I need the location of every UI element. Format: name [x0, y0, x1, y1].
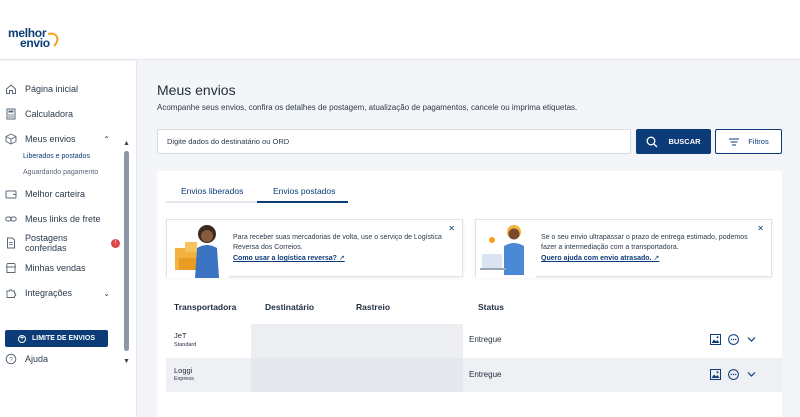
limite-de-envios-button[interactable]: + LIMITE DE ENVIOS [5, 330, 108, 347]
filter-icon [729, 138, 740, 145]
chevron-down-icon: ⌄ [103, 288, 110, 298]
image-icon[interactable] [710, 369, 721, 380]
search-placeholder: Digite dados do destinatário ou ORD [167, 137, 290, 146]
alert-badge: ! [111, 238, 120, 248]
sidebar-item-label: Página inicial [25, 84, 79, 94]
chevron-up-icon: ⌃ [103, 134, 110, 144]
sidebar-item-label: Melhor carteira [25, 189, 86, 199]
wallet-icon [5, 188, 17, 200]
column-header-status: Status [478, 302, 504, 312]
recipient-tracking-placeholder [251, 324, 463, 358]
sidebar-subitem-liberados-e-postados[interactable]: Liberados e postados [23, 153, 90, 160]
sidebar-item-label: Minhas vendas [25, 263, 86, 273]
column-header-destinatario: Destinatário [265, 302, 315, 312]
status-text: Entregue [469, 335, 502, 344]
recipient-tracking-placeholder [251, 358, 463, 392]
main-content: Meus envios Acompanhe seus envios, confi… [137, 61, 800, 417]
image-icon[interactable] [710, 334, 721, 345]
table-row[interactable]: Loggi Express Entregue [166, 358, 782, 392]
envio-atrasado-link-label: Quero ajuda com envio atrasado. [541, 255, 652, 262]
limite-de-envios-label: LIMITE DE ENVIOS [31, 335, 95, 342]
carrier-service: Standard [174, 342, 197, 348]
tab-envios-postados[interactable]: Envios postados [273, 186, 335, 196]
envio-atrasado-link[interactable]: Quero ajuda com envio atrasado. ↗ [541, 254, 659, 262]
carrier-name: JeT [174, 331, 187, 340]
sidebar: Página inicial Calculadora Meus envios ⌃… [0, 61, 137, 417]
help-icon: ? [5, 353, 17, 365]
sidebar-item-meus-envios[interactable]: Meus envios ⌃ [0, 128, 120, 150]
sidebar-item-label: Calculadora [25, 109, 74, 119]
box-icon [5, 133, 17, 145]
filtros-label: Filtros [748, 137, 769, 146]
tab-envios-liberados[interactable]: Envios liberados [181, 186, 243, 196]
carrier-service: Express [174, 376, 194, 382]
sidebar-item-integracoes[interactable]: Integrações ⌄ [0, 282, 120, 304]
envio-atrasado-text: Se o seu envio ultrapassar o prazo de en… [541, 234, 748, 251]
store-icon [5, 262, 17, 274]
carrier-name: Loggi [174, 366, 193, 375]
more-options-icon[interactable] [728, 334, 739, 345]
support-agent-illustration [476, 220, 536, 278]
calculator-icon [5, 108, 17, 120]
chevron-down-icon[interactable] [747, 371, 756, 378]
tab-active-indicator [257, 201, 348, 203]
sidebar-item-label: Meus links de frete [25, 214, 101, 224]
chevron-down-icon[interactable] [747, 336, 756, 343]
buscar-button[interactable]: BUSCAR [636, 129, 711, 154]
top-bar: melhor envio [0, 0, 800, 60]
scroll-down-arrow-icon[interactable]: ▼ [123, 358, 130, 365]
logistica-reversa-link[interactable]: Como usar a logística reversa? ↗ [233, 254, 345, 262]
buscar-label: BUSCAR [668, 137, 701, 146]
puzzle-icon [5, 287, 17, 299]
logistica-reversa-link-label: Como usar a logística reversa? [233, 255, 337, 262]
filtros-button[interactable]: Filtros [715, 129, 782, 154]
page-title: Meus envios [157, 82, 236, 98]
logo-swoosh-icon [47, 32, 59, 47]
sidebar-item-label: Ajuda [25, 354, 49, 364]
scroll-up-arrow-icon[interactable]: ▲ [123, 140, 130, 147]
sidebar-item-pagina-inicial[interactable]: Página inicial [0, 78, 120, 100]
document-icon [5, 237, 17, 249]
sidebar-scrollbar-thumb[interactable] [124, 151, 129, 351]
link-icon [5, 213, 17, 225]
more-options-icon[interactable] [728, 369, 739, 380]
external-link-icon: ↗ [338, 255, 345, 262]
sidebar-item-calculadora[interactable]: Calculadora [0, 103, 120, 125]
external-link-icon: ↗ [653, 255, 660, 262]
page-subtitle: Acompanhe seus envios, confira os detalh… [157, 103, 578, 112]
sidebar-item-label: Meus envios [25, 134, 76, 144]
close-icon[interactable]: ✕ [757, 224, 764, 233]
logistica-reversa-banner: Para receber suas mercadorias de volta, … [166, 219, 463, 278]
close-icon[interactable]: ✕ [448, 224, 455, 233]
search-input[interactable]: Digite dados do destinatário ou ORD [157, 129, 631, 154]
melhor-envio-logo[interactable]: melhor envio [8, 27, 59, 49]
sidebar-item-label: Integrações [25, 288, 73, 298]
sidebar-subitem-aguardando-pagamento[interactable]: Aguardando pagamento [23, 169, 98, 176]
woman-with-boxes-illustration [167, 220, 229, 278]
status-text: Entregue [469, 370, 502, 379]
sidebar-item-ajuda[interactable]: ? Ajuda [0, 348, 120, 370]
svg-text:?: ? [9, 356, 13, 363]
home-icon [5, 83, 17, 95]
plus-circle-icon: + [17, 334, 26, 343]
envio-atrasado-banner: Se o seu envio ultrapassar o prazo de en… [475, 219, 772, 278]
table-row[interactable]: JeT Standard Entregue [166, 324, 782, 358]
sidebar-item-meus-links-de-frete[interactable]: Meus links de frete [0, 208, 120, 230]
sidebar-item-postagens-conferidas[interactable]: Postagens conferidas ! [0, 232, 120, 254]
sidebar-item-minhas-vendas[interactable]: Minhas vendas [0, 257, 120, 279]
search-icon [647, 136, 658, 147]
column-header-transportadora: Transportadora [174, 302, 237, 312]
sidebar-item-melhor-carteira[interactable]: Melhor carteira [0, 183, 120, 205]
sidebar-item-label: Postagens conferidas [25, 233, 68, 253]
logistica-reversa-text: Para receber suas mercadorias de volta, … [233, 234, 442, 251]
column-header-rastreio: Rastreio [356, 302, 391, 312]
shipments-card: Envios liberados Envios postados Para re… [157, 171, 782, 417]
